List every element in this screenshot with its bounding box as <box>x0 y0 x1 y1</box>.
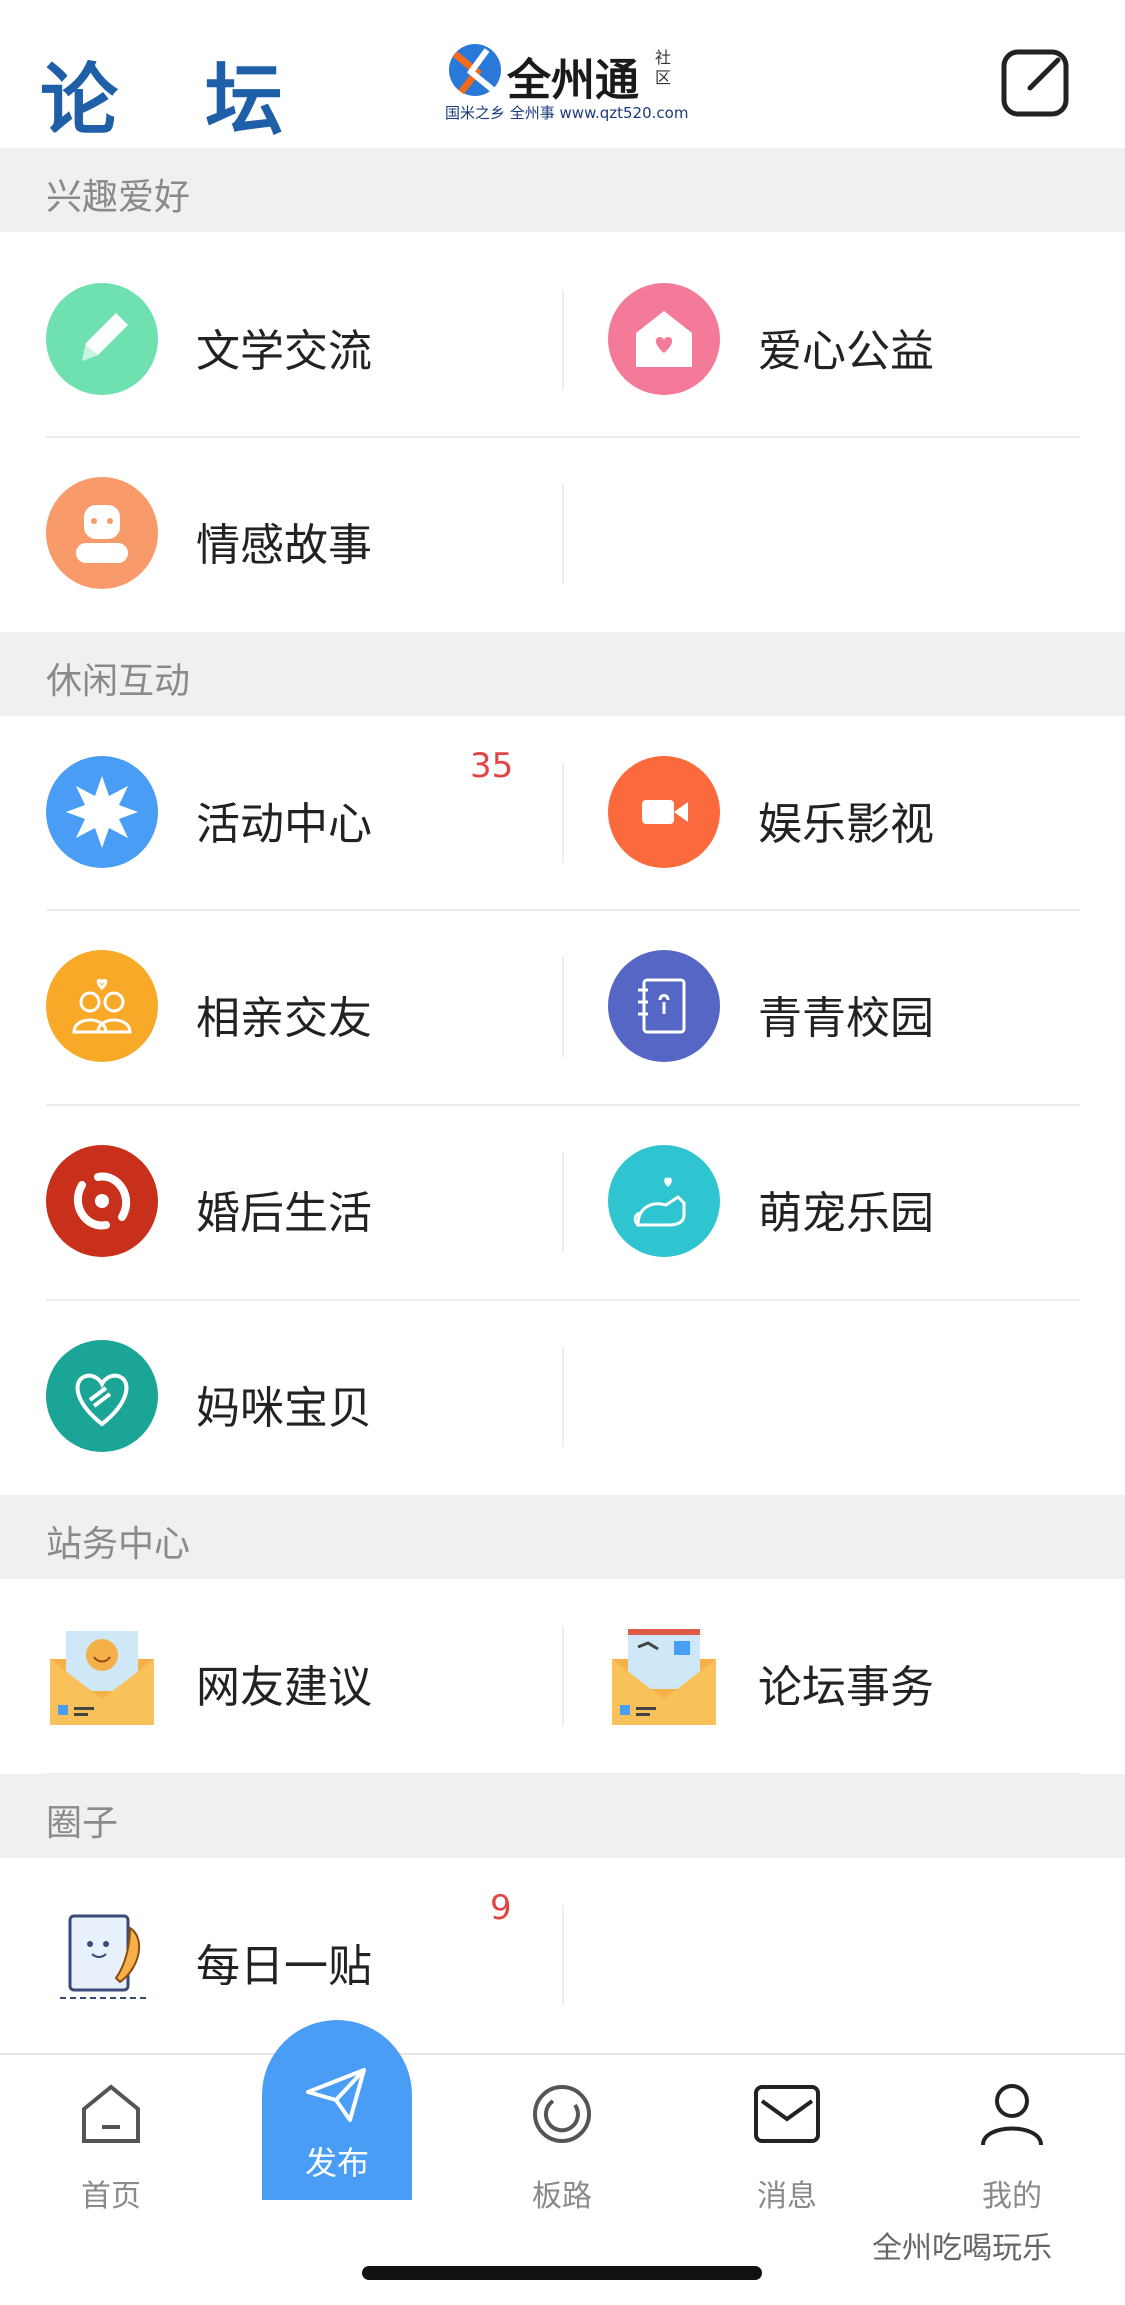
forum-item-dating[interactable]: 相亲交友 <box>0 910 562 1104</box>
unread-count-badge: 9 <box>490 1888 512 1928</box>
forum-item-charity[interactable]: 爱心公益 <box>562 243 1124 437</box>
tab-home[interactable]: 首页 <box>36 2079 186 2214</box>
tab-board[interactable]: 板路 <box>487 2079 637 2214</box>
forum-item-label: 青青校园 <box>758 993 934 1044</box>
sun-icon <box>46 756 158 868</box>
forum-item-married-life[interactable]: 婚后生活 <box>0 1105 562 1299</box>
watermark: 全州吃喝玩乐 <box>872 2231 1052 2266</box>
mail-icon <box>754 2085 820 2143</box>
forum-item-forum-affairs[interactable]: 论坛事务 <box>562 1579 1124 1773</box>
home-icon <box>82 2084 140 2143</box>
forum-item-events[interactable]: 活动中心 35 <box>0 716 562 910</box>
compose-button[interactable] <box>1000 48 1070 118</box>
forum-item-label: 文学交流 <box>196 326 372 377</box>
tab-me[interactable]: 我的 <box>937 2079 1087 2214</box>
unread-count-badge: 35 <box>470 746 514 786</box>
send-icon <box>306 2068 366 2122</box>
forum-item-mommy-baby[interactable]: 妈咪宝贝 <box>0 1300 562 1494</box>
heart-house-icon <box>608 283 720 395</box>
couple-icon <box>46 950 158 1062</box>
publish-button[interactable]: 发布 <box>262 2020 412 2200</box>
section-header-site-affairs: 站务中心 <box>0 1495 1125 1579</box>
forum-item-daily-post[interactable]: 每日一贴 9 <box>0 1858 562 2052</box>
forum-item-label: 活动中心 <box>196 799 372 850</box>
section-header-interests: 兴趣爱好 <box>0 148 1125 232</box>
tab-messages[interactable]: 消息 <box>712 2079 862 2214</box>
forum-item-label: 情感故事 <box>196 520 372 571</box>
cat-icon <box>608 1145 720 1257</box>
circle-icon <box>533 2085 591 2143</box>
publish-label: 发布 <box>304 2144 369 2182</box>
section-header-circles: 圈子 <box>0 1774 1125 1858</box>
home-indicator <box>362 2266 762 2280</box>
logo-text: 全州通 <box>507 55 639 106</box>
forum-item-campus[interactable]: 青青校园 <box>562 910 1124 1104</box>
forum-item-label: 婚后生活 <box>196 1188 372 1239</box>
divider <box>562 1905 564 2005</box>
forum-item-label: 论坛事务 <box>758 1662 934 1713</box>
logo-mark-icon <box>449 44 501 96</box>
page-title: 论 坛 <box>40 56 314 146</box>
forum-item-label: 网友建议 <box>196 1662 372 1713</box>
family-icon <box>46 1145 158 1257</box>
forum-item-label: 每日一贴 <box>196 1941 372 1992</box>
forum-item-literature[interactable]: 文学交流 <box>0 243 562 437</box>
letter-envelope-icon <box>608 1619 720 1731</box>
hands-heart-icon <box>46 1340 158 1452</box>
forum-item-label: 娱乐影视 <box>758 799 934 850</box>
paper-quill-icon <box>46 1898 158 2010</box>
divider <box>562 1347 564 1447</box>
logo: 全州通 社区 国米之乡 全州事 www.qzt520.com <box>445 40 689 122</box>
smile-envelope-icon <box>46 1619 158 1731</box>
forum-item-label: 萌宠乐园 <box>758 1188 934 1239</box>
logo-url: 国米之乡 全州事 www.qzt520.com <box>445 104 689 122</box>
edit-icon <box>1001 49 1069 117</box>
divider <box>562 484 564 584</box>
notebook-icon <box>608 950 720 1062</box>
person-icon <box>46 477 158 589</box>
forum-item-emotion[interactable]: 情感故事 <box>0 437 562 631</box>
app-header: 论 坛 全州通 社区 国米之乡 全州事 www.qzt520.com <box>0 0 1125 148</box>
pencil-icon <box>46 283 158 395</box>
forum-item-label: 妈咪宝贝 <box>196 1383 372 1434</box>
user-icon <box>981 2084 1043 2146</box>
forum-item-suggestions[interactable]: 网友建议 <box>0 1579 562 1773</box>
forum-item-label: 爱心公益 <box>758 326 934 377</box>
video-icon <box>608 756 720 868</box>
section-header-leisure: 休闲互动 <box>0 632 1125 716</box>
forum-item-pets[interactable]: 萌宠乐园 <box>562 1105 1124 1299</box>
logo-tag: 社区 <box>655 48 672 87</box>
forum-item-label: 相亲交友 <box>196 993 372 1044</box>
forum-item-entertainment[interactable]: 娱乐影视 <box>562 716 1124 910</box>
